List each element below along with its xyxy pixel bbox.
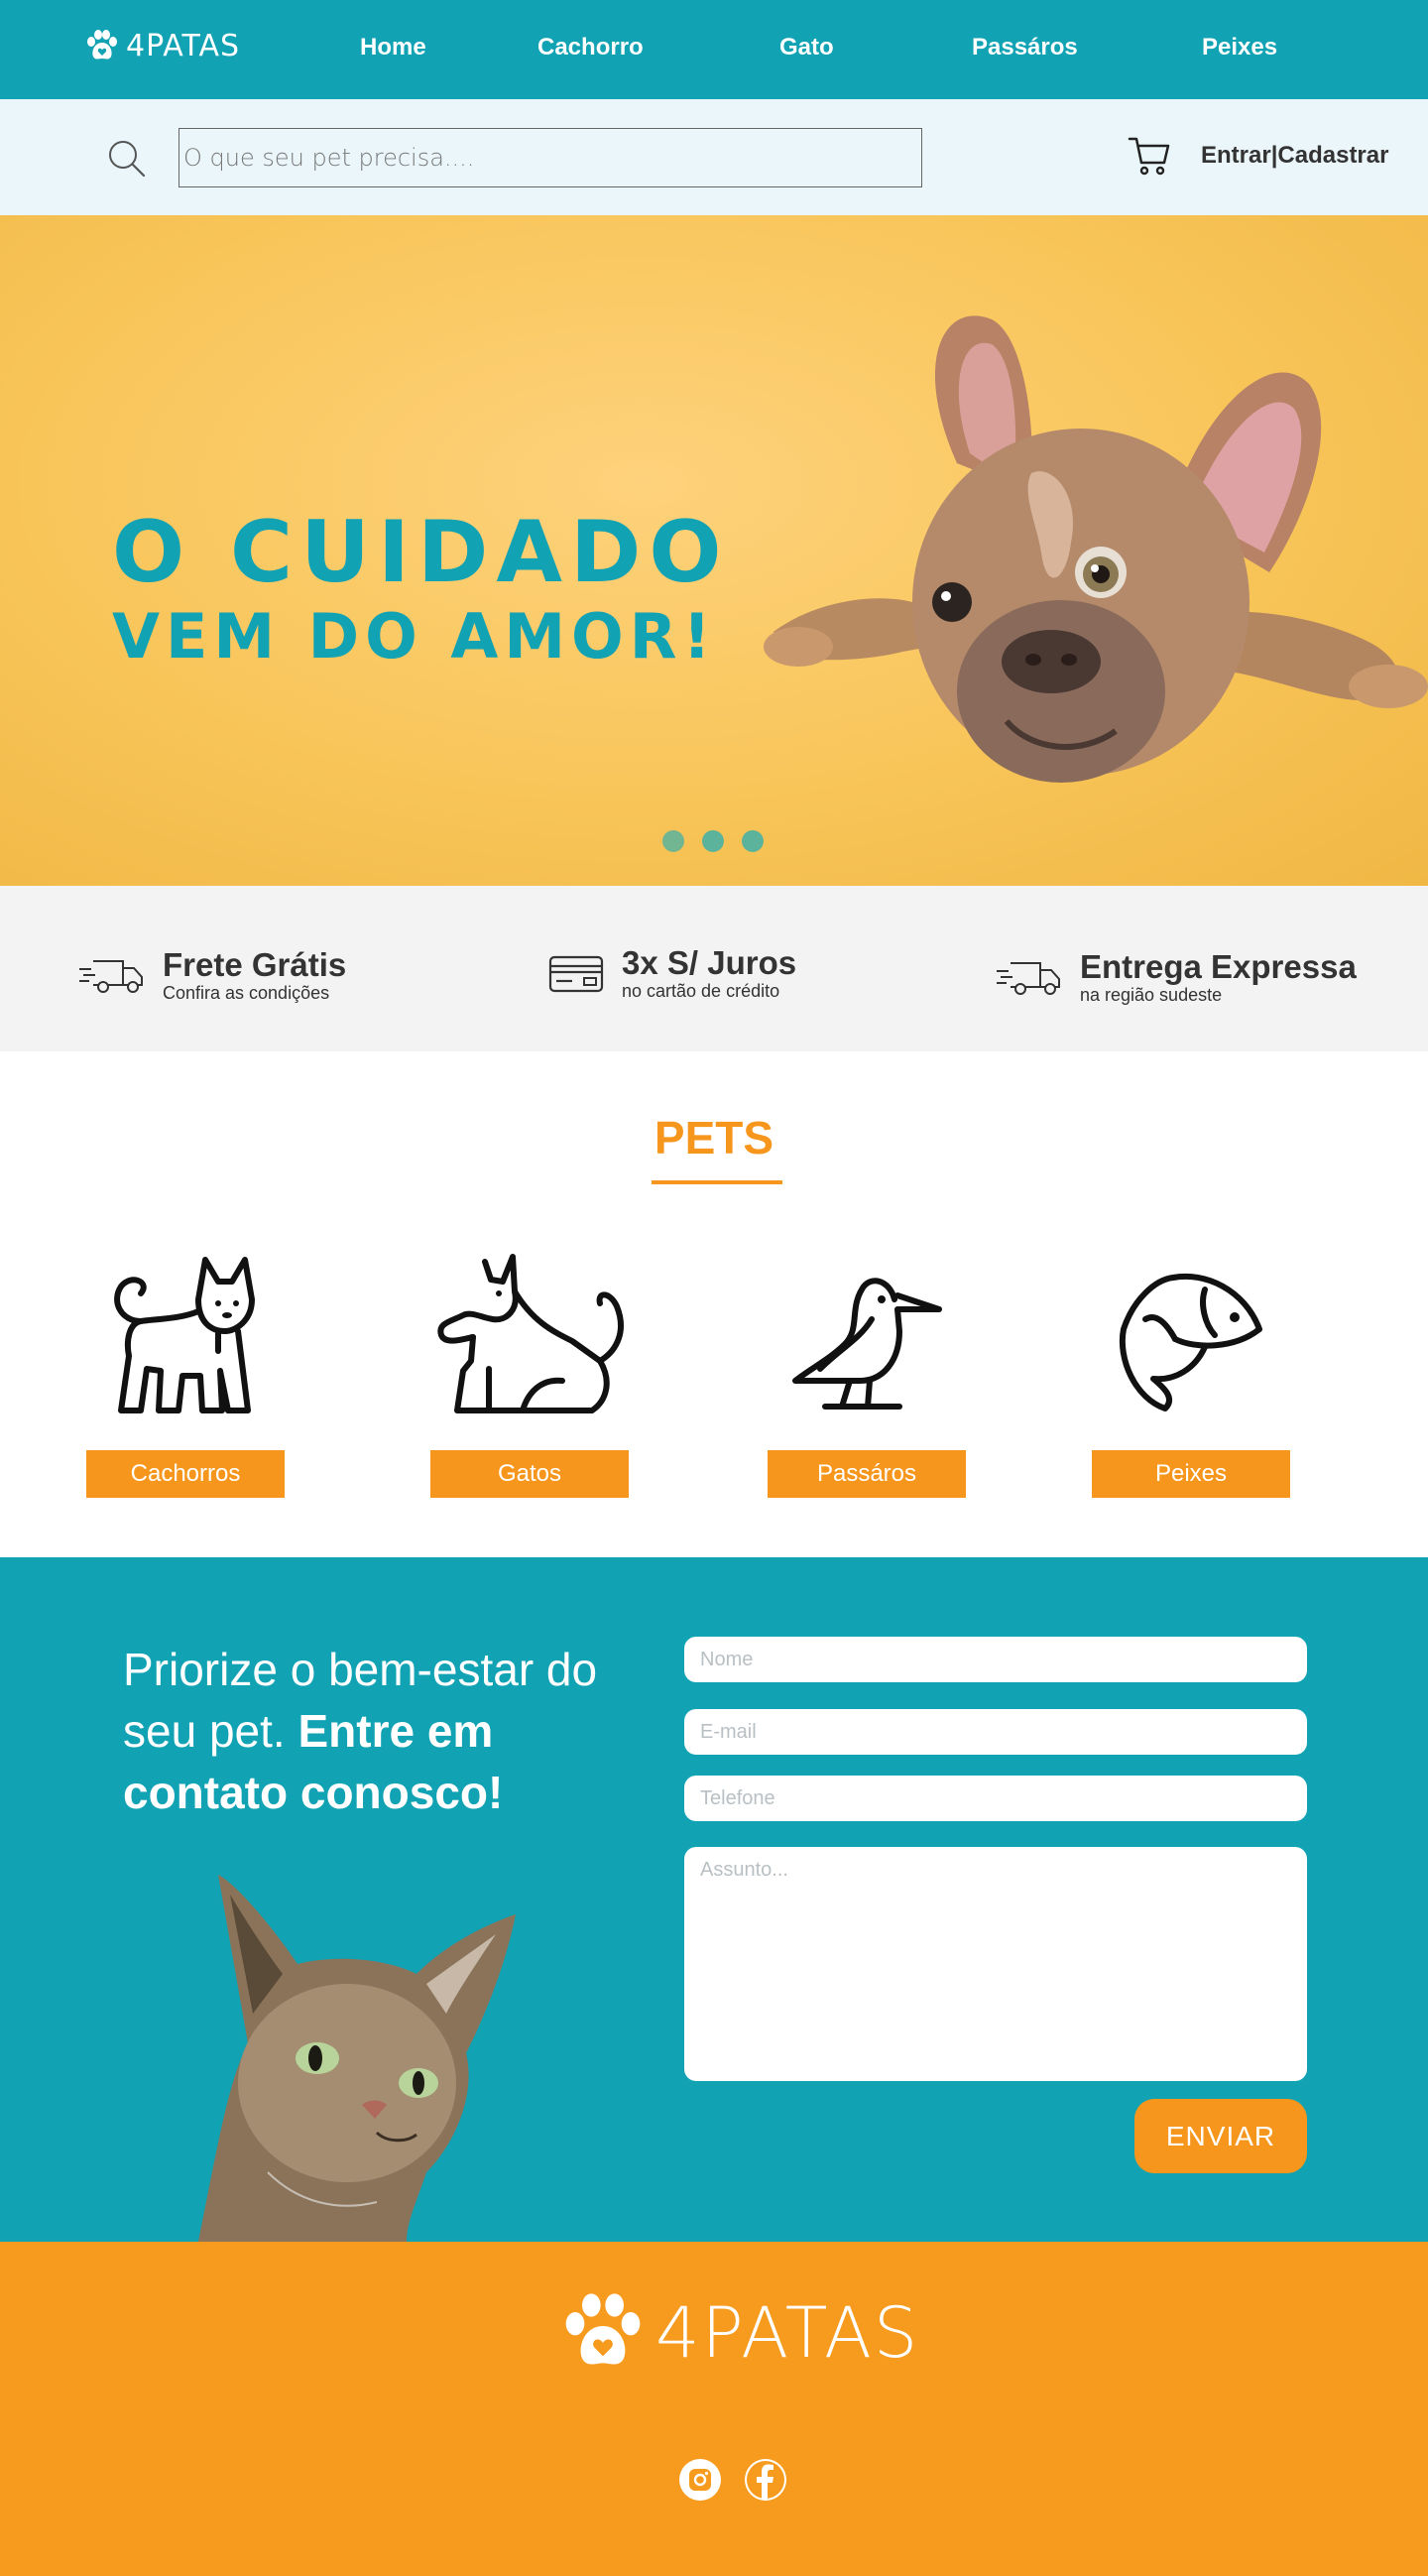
footer-logo: 4PATAS [560,2291,919,2375]
instagram-link[interactable] [679,2459,721,2501]
pet-category-button-peixes[interactable]: Peixes [1092,1450,1290,1498]
feature-subtitle: na região sudeste [1080,985,1223,1005]
pets-section-title: PETS [654,1112,774,1164]
page: 4PATAS Home Cachorro Gato Passáros Peixe… [0,0,1428,2576]
hero-heading-line1: O CUIDADO [112,503,730,602]
nav-cachorro[interactable]: Cachorro [537,34,644,61]
login-register-link[interactable]: Entrar|Cadastrar [1201,142,1388,170]
pet-category-button-cachorros[interactable]: Cachorros [86,1450,285,1498]
nav-passaros[interactable]: Passáros [972,34,1078,61]
brand-logo[interactable]: 4PATAS [84,28,240,63]
hero-heading-line2: VEM DO AMOR! [112,600,717,673]
feature-free-shipping: Frete Grátis Confira as condições [79,947,346,1003]
pets-title-underline [652,1180,782,1184]
dog-photo [764,315,1428,783]
dog-icon [114,1257,255,1413]
feature-subtitle: Confira as condições [163,983,330,1003]
bird-icon [792,1278,942,1410]
feature-title: Frete Grátis [163,946,347,983]
nav-peixes[interactable]: Peixes [1202,34,1277,61]
send-button[interactable]: ENVIAR [1134,2099,1307,2173]
feature-subtitle: no cartão de crédito [622,981,780,1001]
feature-title: Entrega Expressa [1080,948,1357,985]
pet-category-button-passaros[interactable]: Passáros [768,1450,966,1498]
slide-dot-2[interactable] [702,830,724,852]
subject-textarea[interactable] [684,1847,1307,2081]
footer-brand-name: 4PATAS [655,2292,920,2374]
top-navbar: 4PATAS Home Cachorro Gato Passáros Peixe… [0,0,1428,99]
slide-dot-1[interactable] [662,830,684,852]
cat-photo [198,1875,516,2242]
search-icon[interactable] [107,139,147,179]
facebook-link[interactable] [745,2459,786,2501]
instagram-icon [689,2469,711,2491]
feature-express-delivery: Entrega Expressa na região sudeste [997,949,1357,1005]
brand-name: 4PATAS [126,28,241,63]
slide-dot-3[interactable] [742,830,764,852]
nav-home[interactable]: Home [360,34,426,61]
feature-installments: 3x S/ Juros no cartão de crédito [548,945,796,1001]
cat-icon [437,1254,624,1413]
contact-heading: Priorize o bem-estar do seu pet. Entre e… [123,1639,599,1823]
fish-icon [1119,1273,1262,1411]
cart-icon[interactable] [1128,135,1171,177]
feature-title: 3x S/ Juros [622,944,797,981]
search-input[interactable] [178,128,922,187]
paw-icon [565,2293,641,2365]
email-field[interactable] [684,1709,1307,1755]
name-field[interactable] [684,1637,1307,1682]
facebook-icon [747,2461,784,2499]
nav-gato[interactable]: Gato [779,34,834,61]
phone-field[interactable] [684,1776,1307,1821]
credit-card-icon [548,955,604,993]
delivery-truck-icon [997,962,1060,995]
delivery-truck-icon [79,960,143,993]
paw-icon [87,30,117,60]
pet-category-button-gatos[interactable]: Gatos [430,1450,629,1498]
